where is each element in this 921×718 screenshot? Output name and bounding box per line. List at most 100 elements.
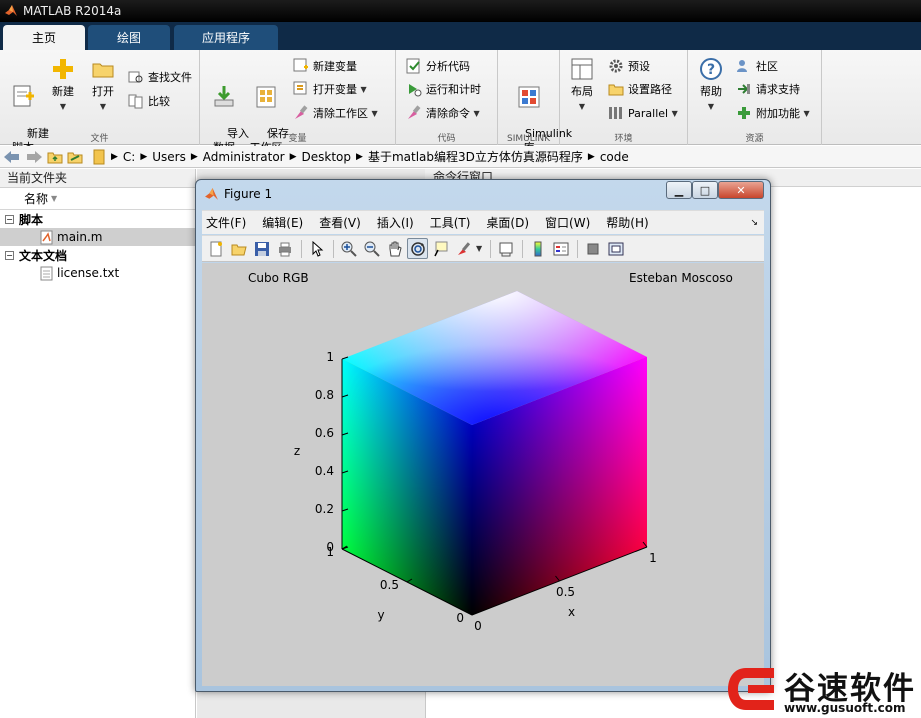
breadcrumb-administrator[interactable]: Administrator [203, 150, 285, 164]
menu-tools[interactable]: 工具(T) [430, 214, 471, 231]
z-tick-label: 0.4 [314, 464, 334, 478]
show-plot-tools-icon [608, 242, 624, 255]
group-scripts[interactable]: − 脚本 [0, 210, 195, 228]
insert-colorbar-button[interactable] [527, 238, 548, 259]
breadcrumb-desktop[interactable]: Desktop [302, 150, 352, 164]
print-figure-button[interactable] [274, 238, 295, 259]
file-license-txt[interactable]: license.txt [0, 264, 195, 282]
watermark-emblem-icon [728, 668, 774, 710]
figure-window: Figure 1 ▁ □ ✕ 文件(F) 编辑(E) 查看(V) 插入(I) 工… [195, 179, 771, 692]
open-button[interactable]: 打开 ▼ [86, 56, 120, 114]
simulink-group-label: SIMULINK [506, 134, 551, 144]
analyze-code-button[interactable]: 分析代码 [406, 56, 470, 76]
folder-open-icon [231, 244, 247, 255]
code-group: 分析代码 运行和计时 清除命令 ▼ 代码 [396, 50, 498, 145]
chevron-down-icon: ▼ [99, 102, 107, 111]
clear-commands-button[interactable]: 清除命令 ▼ [406, 103, 480, 123]
brush-data-button[interactable] [453, 238, 474, 259]
toolbar-separator [522, 239, 524, 258]
breadcrumb-separator-icon: ▶ [587, 151, 595, 162]
menu-help[interactable]: 帮助(H) [606, 214, 648, 231]
rotate-3d-button[interactable] [407, 238, 428, 259]
preferences-button[interactable]: 预设 [608, 56, 650, 76]
x-tick-label: 1 [649, 551, 657, 565]
breadcrumb-separator-icon: ▶ [140, 151, 148, 162]
figure-canvas[interactable]: Cubo RGB Esteban Moscoso 0 0.2 0.4 0.6 0… [202, 263, 764, 686]
breadcrumb-project-folder[interactable]: 基于matlab编程3D立方体仿真源码程序 [368, 148, 583, 165]
file-main-m[interactable]: main.m [0, 228, 195, 246]
open-variable-button[interactable]: 打开变量 ▼ [293, 79, 367, 99]
clear-workspace-button[interactable]: 清除工作区 ▼ [293, 103, 378, 123]
show-plot-tools-button[interactable] [605, 238, 626, 259]
rgb-cube-plot[interactable] [202, 263, 764, 686]
breadcrumb-separator-icon: ▶ [356, 151, 363, 162]
y-tick-label: 1 [326, 545, 334, 559]
new-figure-button[interactable] [205, 238, 226, 259]
figure-toolbar: ▼ [202, 235, 764, 262]
maximize-button[interactable]: □ [692, 181, 718, 199]
zoom-out-button[interactable] [361, 238, 382, 259]
pointer-arrow-icon [312, 240, 323, 257]
group-text-documents[interactable]: − 文本文档 [0, 246, 195, 264]
request-support-button[interactable]: 请求支持 [736, 79, 800, 99]
tab-plots[interactable]: 绘图 [88, 25, 170, 50]
folder-icon [608, 84, 624, 96]
arrow-left-icon [4, 150, 19, 163]
find-files-button[interactable]: 查找文件 [128, 67, 192, 87]
open-file-button[interactable] [228, 238, 249, 259]
compare-button[interactable]: 比较 [128, 91, 170, 111]
add-ons-button[interactable]: 附加功能 ▼ [736, 103, 810, 123]
link-plot-button[interactable] [495, 238, 516, 259]
zoom-in-button[interactable] [338, 238, 359, 259]
chevron-down-icon: ▼ [671, 108, 678, 118]
set-path-button[interactable]: 设置路径 [608, 79, 672, 99]
menu-view[interactable]: 查看(V) [319, 214, 361, 231]
browse-folder-button[interactable] [67, 150, 83, 164]
breadcrumb-users[interactable]: Users [152, 150, 186, 164]
community-button[interactable]: 社区 [736, 56, 778, 76]
parallel-button[interactable]: Parallel ▼ [608, 103, 678, 123]
data-cursor-icon [433, 241, 447, 256]
matlab-title-bar: MATLAB R2014a [0, 0, 921, 22]
help-button[interactable]: ? 帮助 ▼ [696, 56, 726, 114]
x-tick-label: 0 [474, 619, 482, 633]
minimize-button[interactable]: ▁ [666, 181, 692, 199]
menu-file[interactable]: 文件(F) [206, 214, 246, 231]
back-button[interactable] [3, 150, 21, 164]
new-variable-button[interactable]: 新建变量 [293, 56, 357, 76]
save-figure-button[interactable] [251, 238, 272, 259]
layout-button[interactable]: 布局 ▼ [566, 56, 598, 114]
insert-legend-button[interactable] [550, 238, 571, 259]
up-folder-button[interactable] [47, 150, 63, 164]
tab-apps[interactable]: 应用程序 [174, 25, 278, 50]
menu-desktop[interactable]: 桌面(D) [486, 214, 529, 231]
name-column-header[interactable]: 名称 ▼ [0, 188, 195, 210]
dock-arrow-icon[interactable]: ↘ [750, 218, 758, 228]
close-button[interactable]: ✕ [718, 181, 764, 199]
chevron-down-icon: ▼ [473, 108, 480, 118]
compare-icon [128, 94, 143, 109]
figure-title-bar[interactable]: Figure 1 ▁ □ ✕ [196, 180, 770, 208]
brush-icon [408, 105, 421, 119]
gear-icon [609, 59, 623, 73]
folder-icon [93, 149, 105, 165]
pan-button[interactable] [384, 238, 405, 259]
hide-plot-tools-button[interactable] [582, 238, 603, 259]
collapse-icon[interactable]: − [5, 250, 14, 260]
edit-plot-button[interactable] [306, 238, 327, 259]
new-plus-icon [53, 59, 73, 79]
environment-group: 布局 ▼ 预设 设置路径 Parallel ▼ 环境 [560, 50, 688, 145]
collapse-icon[interactable]: − [5, 214, 14, 224]
brush-icon [457, 241, 470, 255]
tab-home[interactable]: 主页 [3, 25, 85, 50]
new-button[interactable]: 新建 ▼ [46, 56, 80, 114]
breadcrumb-code[interactable]: code [600, 150, 629, 164]
forward-button[interactable] [25, 150, 43, 164]
menu-edit[interactable]: 编辑(E) [262, 214, 303, 231]
chevron-down-icon[interactable]: ▼ [476, 244, 482, 253]
data-cursor-button[interactable] [430, 238, 451, 259]
menu-window[interactable]: 窗口(W) [545, 214, 590, 231]
breadcrumb-c[interactable]: C: [123, 150, 135, 164]
run-and-time-button[interactable]: 运行和计时 [406, 79, 481, 99]
menu-insert[interactable]: 插入(I) [377, 214, 414, 231]
